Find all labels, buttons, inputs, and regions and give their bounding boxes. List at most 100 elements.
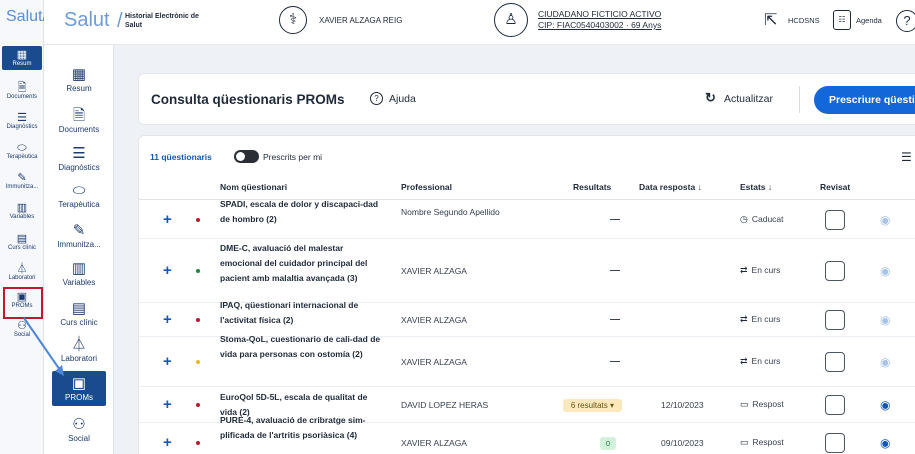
expand-plus-icon[interactable]: + (163, 262, 172, 279)
status-label: Caducat (751, 213, 784, 224)
results-cell[interactable]: 6 resultats ▾ (536, 399, 622, 412)
eye-icon[interactable]: ◉ (880, 355, 890, 369)
patient-icon: ♙ (494, 3, 528, 37)
mini-sidebar-item-4[interactable]: ✎ Immunitza... (2, 172, 42, 190)
refresh-button[interactable]: Actualitzar (724, 93, 773, 105)
list-icon: ☰ (17, 112, 27, 124)
expand-plus-icon[interactable]: + (163, 211, 172, 228)
prescribed-by-me-toggle[interactable] (234, 150, 259, 163)
sidebar-item-label: Curs clínic (60, 318, 98, 327)
mini-sidebar-label: Documents (6, 94, 38, 100)
mini-sidebar-item-9[interactable]: ⚇ Social (2, 320, 42, 338)
reviewed-checkbox[interactable] (825, 310, 845, 330)
sidebar-item-0[interactable]: ▦ Resum (52, 66, 106, 93)
eye-icon[interactable]: ◉ (880, 436, 890, 450)
status-label: Respost (752, 399, 784, 409)
expand-plus-icon[interactable]: + (163, 434, 172, 451)
header-status[interactable]: Estats ↓ (740, 182, 772, 192)
mini-sidebar-item-2[interactable]: ☰ Diagnòstics (2, 112, 42, 130)
header-professional[interactable]: Professional (401, 182, 452, 192)
more-options-icon[interactable]: ⋮ (911, 213, 915, 226)
sidebar-item-4[interactable]: ✎ Immunitza... (52, 222, 106, 249)
mini-sidebar-item-1[interactable]: 🗎 Documents (2, 82, 42, 100)
reviewed-checkbox[interactable] (825, 433, 845, 453)
eye-icon[interactable]: ◉ (880, 398, 890, 412)
priority-dot (196, 360, 200, 364)
document-icon: 🗎 (72, 107, 86, 124)
help-button[interactable]: Ajuda (389, 93, 416, 105)
header: Salut / Historial Electrònic de Salut ⚕ … (44, 0, 915, 45)
external-link-icon[interactable]: ⇱ (764, 10, 777, 30)
status-icon: ◷ (740, 213, 748, 224)
sidebar-item-2[interactable]: ☰ Diagnòstics (52, 145, 106, 172)
title-card: Consulta qüestionaris PROMs ? Ajuda ↻ Ac… (138, 73, 915, 125)
help-icon[interactable]: ? (896, 10, 915, 32)
expand-plus-icon[interactable]: + (163, 353, 172, 370)
questionnaire-name[interactable]: SPADI, escala de dolor y discapaci-dad d… (220, 197, 382, 227)
reviewed-checkbox[interactable] (825, 352, 845, 372)
status-label: Respost (752, 437, 784, 447)
sidebar-item-9[interactable]: ⚇ Social (52, 416, 106, 443)
patient-cip-link[interactable]: CIP: FIAC0540403002 · 69 Anys (538, 20, 661, 30)
mini-sidebar-item-7[interactable]: ⏃ Laboratori (2, 263, 42, 281)
more-options-icon[interactable]: ⋮ (911, 313, 915, 326)
agenda-link[interactable]: Agenda (856, 16, 882, 25)
more-options-icon[interactable]: ⋮ (911, 264, 915, 277)
status-label: En curs (751, 314, 781, 324)
sidebar-item-8[interactable]: ▣ PROMs (52, 371, 106, 406)
pill-icon: ⬭ (17, 142, 27, 154)
divider (799, 86, 800, 113)
salut-logo[interactable]: Salut (64, 9, 110, 32)
question-icon[interactable]: ? (370, 92, 383, 105)
eye-icon[interactable]: ◉ (880, 213, 890, 227)
eye-icon[interactable]: ◉ (880, 313, 890, 327)
patient-name-link[interactable]: CIUDADANO FICTICIO ACTIVO (538, 9, 661, 19)
mini-sidebar-item-6[interactable]: ▤ Curs clínic (2, 233, 42, 251)
more-options-icon[interactable]: ⋮ (911, 398, 915, 411)
mini-sidebar-item-5[interactable]: ▥ Variables (2, 202, 42, 220)
header-date[interactable]: Data resposta ↓ (639, 182, 702, 192)
empty-dash (610, 218, 620, 220)
questionnaire-name[interactable]: DME-C, avaluació del malestar emocional … (220, 241, 382, 286)
table-row: + Stoma-QoL, cuestionario de cali-dad de … (139, 334, 915, 387)
empty-dash (610, 319, 620, 321)
results-cell (536, 214, 622, 224)
prescribe-button[interactable]: Prescriure qüestionari (814, 86, 915, 114)
reviewed-checkbox[interactable] (825, 395, 845, 415)
chart-icon: ▥ (16, 202, 28, 214)
results-cell: 0 (536, 437, 622, 450)
table-row: + SPADI, escala de dolor y discapaci-dad … (139, 197, 915, 239)
list-icon: ☰ (72, 145, 86, 162)
sidebar-item-1[interactable]: 🗎 Documents (52, 107, 106, 134)
more-options-icon[interactable]: ⋮ (911, 436, 915, 449)
mini-sidebar-item-3[interactable]: ⬭ Terapèutica (2, 142, 42, 160)
professional-cell: XAVIER ALZAGA (401, 437, 467, 448)
expand-plus-icon[interactable]: + (163, 311, 172, 328)
eye-icon[interactable]: ◉ (880, 264, 890, 278)
sidebar-item-6[interactable]: ▤ Curs clínic (52, 300, 106, 327)
sidebar-item-5[interactable]: ▥ Variables (52, 260, 106, 287)
header-results[interactable]: Resultats (573, 182, 611, 192)
expand-plus-icon[interactable]: + (163, 396, 172, 413)
questionnaire-name[interactable]: IPAQ, qüestionari internacional de l'act… (220, 298, 382, 328)
syringe-icon: ✎ (72, 222, 86, 239)
refresh-icon[interactable]: ↻ (705, 90, 716, 106)
results-dropdown-badge[interactable]: 6 resultats ▾ (562, 399, 622, 412)
hcdsns-link[interactable]: HCDSNS (788, 16, 820, 25)
mini-sidebar-item-0[interactable]: ▦ Resum (2, 46, 42, 70)
sidebar-item-3[interactable]: ⬭ Terapèutica (52, 182, 106, 209)
reviewed-checkbox[interactable] (825, 209, 845, 230)
sidebar-item-7[interactable]: ⏃ Laboratori (52, 336, 106, 363)
status-cell: ⇄ En curs (740, 356, 780, 367)
professional-cell: Nombre Segundo Apellido (401, 206, 500, 217)
response-date: 12/10/2023 (661, 400, 704, 410)
filter-icon[interactable]: ☰ (901, 150, 912, 164)
status-icon: ⇄ (740, 265, 748, 275)
questionnaire-name[interactable]: PURE-4, avaluació de cribratge sim-plifi… (220, 413, 382, 443)
questionnaire-name[interactable]: Stoma-QoL, cuestionario de cali-dad de v… (220, 332, 382, 362)
agenda-icon[interactable]: ☷ (833, 10, 851, 30)
more-options-icon[interactable]: ⋮ (911, 355, 915, 368)
questionnaire-count: 11 qüestionaris (150, 152, 212, 162)
reviewed-checkbox[interactable] (825, 261, 845, 281)
header-name[interactable]: Nom qüestionari (220, 182, 287, 192)
